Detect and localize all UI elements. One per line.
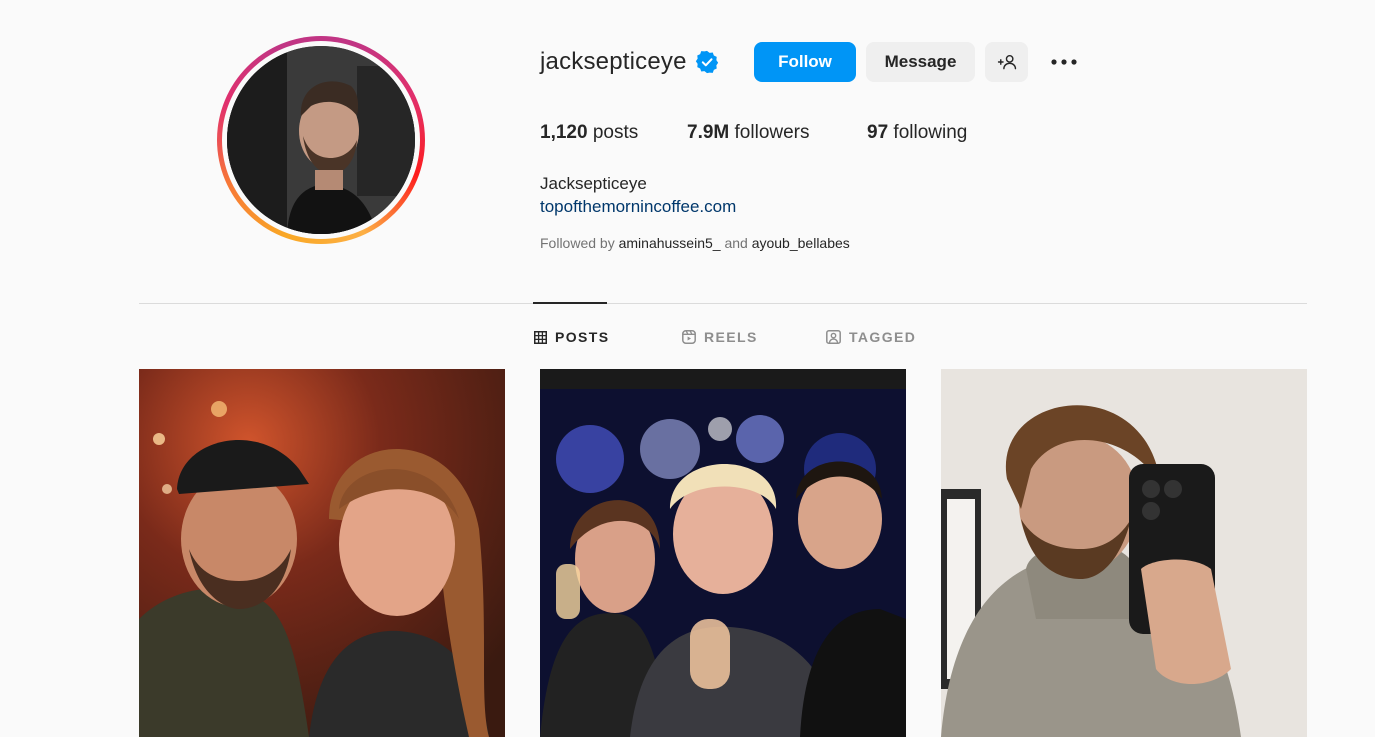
bio-website-link[interactable]: topofthemornincoffee.com <box>540 197 736 217</box>
reels-icon <box>682 330 696 344</box>
profile-username: jacksepticeye <box>540 48 687 75</box>
followed-by-text: Followed by aminahussein5_ and ayoub_bel… <box>540 235 850 251</box>
tab-tagged[interactable]: TAGGED <box>826 327 916 347</box>
post-thumbnail[interactable] <box>139 369 505 737</box>
post-thumbnail[interactable] <box>941 369 1307 737</box>
post-image <box>139 369 505 737</box>
posts-count: 1,120 posts <box>540 122 639 143</box>
tagged-icon <box>826 330 841 344</box>
verified-badge-icon <box>695 50 719 74</box>
post-thumbnail[interactable] <box>540 369 906 737</box>
message-button[interactable]: Message <box>866 42 975 82</box>
tab-reels[interactable]: REELS <box>682 327 758 347</box>
post-image <box>941 369 1307 737</box>
avatar <box>227 46 415 234</box>
ellipsis-icon <box>1051 59 1077 65</box>
tab-posts[interactable]: POSTS <box>534 327 609 347</box>
follow-button[interactable]: Follow <box>754 42 856 82</box>
more-options-button[interactable] <box>1045 42 1083 82</box>
post-image <box>540 369 906 737</box>
active-tab-indicator <box>533 302 607 304</box>
suggested-accounts-button[interactable] <box>985 42 1028 82</box>
following-count-link[interactable]: 97 following <box>867 122 967 144</box>
add-person-icon <box>997 54 1016 70</box>
profile-full-name: Jacksepticeye <box>540 174 647 193</box>
profile-avatar-story-ring[interactable] <box>217 36 425 244</box>
grid-icon <box>534 330 547 344</box>
mutual-follower-link[interactable]: aminahussein5_ <box>619 235 721 251</box>
followers-count-link[interactable]: 7.9M followers <box>687 122 810 144</box>
mutual-follower-link[interactable]: ayoub_bellabes <box>752 235 850 251</box>
tabs-divider <box>139 303 1307 304</box>
